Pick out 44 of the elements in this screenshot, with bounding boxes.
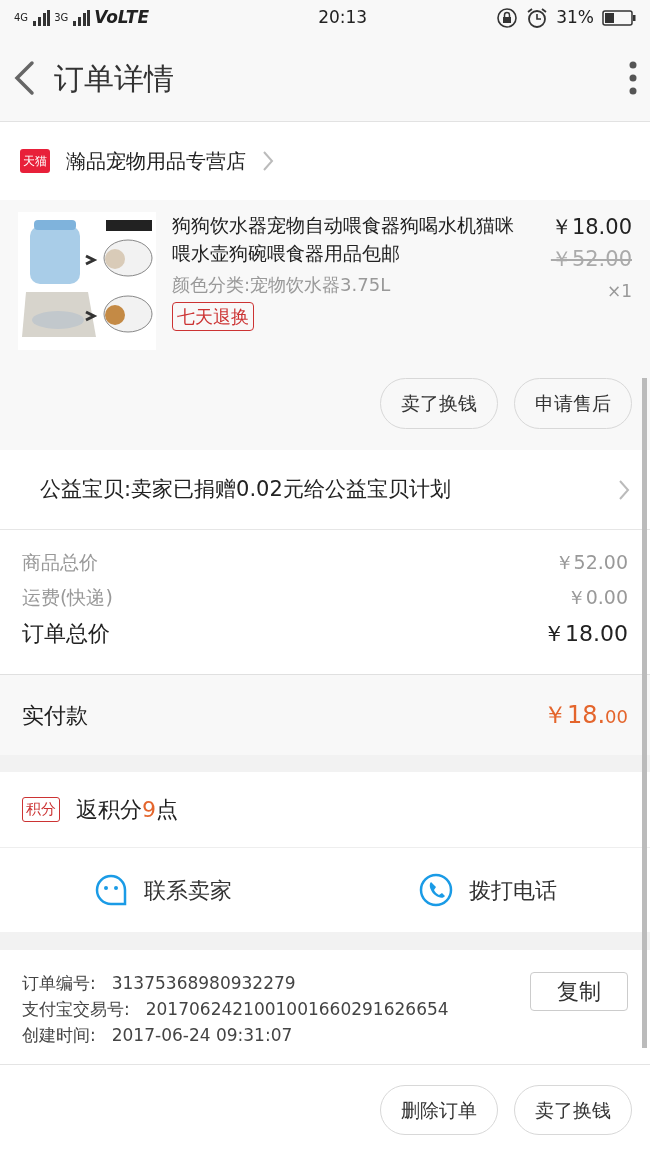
price-value: ￥18.00 xyxy=(543,620,628,648)
return-policy-tag: 七天退换 xyxy=(172,302,254,332)
product-price: ￥18.00 xyxy=(549,214,632,241)
info-value: 2017-06-24 09:31:07 xyxy=(111,1023,293,1047)
product-title: 狗狗饮水器宠物自动喂食器狗喝水机猫咪喂水壶狗碗喂食器用品包邮 xyxy=(172,213,515,266)
action-button[interactable]: 申请售后 xyxy=(514,378,632,429)
info-label: 创建时间: xyxy=(22,1023,96,1047)
points-badge: 积分 xyxy=(22,797,60,822)
price-value: ￥52.00 xyxy=(554,550,628,575)
action-button[interactable]: 卖了换钱 xyxy=(380,378,498,429)
charity-notice: 公益宝贝:卖家已捐赠0.02元给公益宝贝计划 xyxy=(40,475,451,503)
info-label: 订单编号: xyxy=(22,972,96,995)
battery-percent: 31% xyxy=(556,5,594,29)
payment-amount: ￥18.00 xyxy=(542,700,628,731)
price-value: ￥0.00 xyxy=(566,584,628,610)
more-icon[interactable] xyxy=(628,60,638,96)
clock-time: 20:13 xyxy=(317,5,369,29)
price-label: 订单总价 xyxy=(22,620,110,648)
copy-button[interactable]: 复制 xyxy=(530,972,628,1011)
signal-icon xyxy=(32,9,51,26)
page-title: 订单详情 xyxy=(54,59,175,98)
phone-icon xyxy=(418,873,453,907)
price-label: 商品总价 xyxy=(22,550,98,575)
store-name: 瀚品宠物用品专营店 xyxy=(66,148,246,175)
network-label: 4G xyxy=(14,11,29,25)
store-badge: 天猫 xyxy=(20,149,50,173)
quantity: ×1 xyxy=(605,280,632,303)
footer-button[interactable]: 删除订单 xyxy=(380,1084,498,1136)
footer-button[interactable]: 卖了换钱 xyxy=(514,1084,632,1136)
rotation-lock-icon xyxy=(496,6,519,29)
alarm-icon xyxy=(526,6,549,29)
product-variant: 颜色分类:宠物饮水器3.75L xyxy=(172,273,392,298)
signal-icon xyxy=(72,9,91,26)
points-text: 返积分9点 xyxy=(76,796,178,824)
network-label: 3G xyxy=(54,11,69,25)
info-value: 31375368980932279 xyxy=(111,972,296,995)
original-price: ￥52.00 xyxy=(549,245,632,273)
info-label: 支付宝交易号: xyxy=(22,997,130,1021)
chat-bubble-icon xyxy=(93,873,128,907)
payment-label: 实付款 xyxy=(22,701,88,730)
battery-icon xyxy=(602,8,636,27)
price-label: 运费(快递) xyxy=(22,584,113,610)
info-value: 2017062421001001660291626654 xyxy=(145,997,449,1021)
volte-label: VoLTE xyxy=(94,5,150,29)
